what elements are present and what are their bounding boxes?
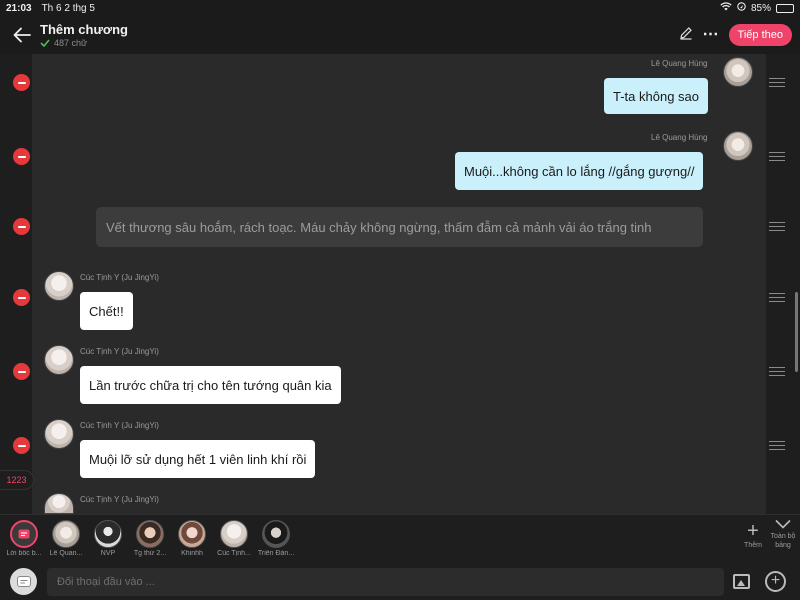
message-bubble[interactable]: Lần trước chữa trị cho tên tướng quân ki… xyxy=(80,366,341,404)
narration-toggle-button[interactable] xyxy=(10,568,37,595)
drag-handle[interactable] xyxy=(769,222,785,231)
character-label: Cúc Tịnh... xyxy=(217,550,251,557)
avatar xyxy=(52,520,80,548)
character-item[interactable]: Khinhh xyxy=(174,520,210,557)
avatar xyxy=(94,520,122,548)
character-label: Lời bốc b... xyxy=(6,550,42,557)
arrow-left-icon xyxy=(13,27,31,43)
drag-handle[interactable] xyxy=(769,152,785,161)
word-count-row: 487 chữ xyxy=(40,38,128,48)
drag-handle[interactable] xyxy=(769,78,785,87)
character-narrator[interactable]: Lời bốc b... xyxy=(6,520,42,557)
more-options-button[interactable]: ⋯ xyxy=(703,27,719,43)
location-icon xyxy=(737,2,746,14)
status-bar: 21:03 Th 6 2 thg 5 85% xyxy=(0,0,800,16)
drag-handle[interactable] xyxy=(769,293,785,302)
status-right: 85% xyxy=(720,2,794,14)
show-all-button[interactable]: Toàn bộ bảng xyxy=(768,519,798,550)
message-bubble[interactable]: Muội...không cần lo lắng //gắng gượng// xyxy=(455,152,704,190)
avatar xyxy=(178,520,206,548)
add-label: Thêm xyxy=(744,542,762,549)
message-icon xyxy=(16,575,31,587)
avatar xyxy=(262,520,290,548)
narration-icon xyxy=(10,520,38,548)
delete-message-button[interactable] xyxy=(13,74,30,91)
header-actions: ⋯ Tiếp theo xyxy=(679,24,792,46)
page-title: Thêm chương xyxy=(40,22,128,37)
message-bubble[interactable]: T-ta không sao xyxy=(604,78,708,114)
dialogue-input[interactable] xyxy=(47,568,724,596)
back-button[interactable] xyxy=(10,23,34,47)
avatar xyxy=(136,520,164,548)
delete-message-button[interactable] xyxy=(13,218,30,235)
message-bubble[interactable]: Muội lỡ sử dụng hết 1 viên linh khí rồi xyxy=(80,440,316,478)
chevron-down-icon xyxy=(775,519,791,529)
status-date: Th 6 2 thg 5 xyxy=(41,2,95,14)
battery-percent: 85% xyxy=(750,2,771,14)
character-label: Khinhh xyxy=(181,550,203,557)
edit-button[interactable] xyxy=(679,26,693,45)
character-label: Tg thứ 2... xyxy=(133,550,167,557)
scrollbar[interactable] xyxy=(795,292,798,372)
character-item[interactable]: NVP xyxy=(90,520,126,557)
avatar xyxy=(723,57,753,87)
check-icon xyxy=(40,39,50,47)
input-bar: + xyxy=(0,562,800,600)
character-item[interactable]: Tg thứ 2... xyxy=(132,520,168,557)
pencil-icon xyxy=(679,26,692,40)
character-item[interactable]: Triển Đán... xyxy=(258,520,294,557)
sender-name: Cúc Tịnh Y (Ju JingYi) xyxy=(80,273,159,282)
show-all-label: Toàn bộ bảng xyxy=(770,533,796,549)
character-bar: Lời bốc b... Lê Quan... NVP Tg thứ 2... … xyxy=(0,514,800,562)
avatar xyxy=(44,419,74,449)
plus-icon: + xyxy=(747,520,759,542)
battery-icon xyxy=(776,3,794,13)
delete-message-button[interactable] xyxy=(13,289,30,306)
character-item[interactable]: Lê Quan... xyxy=(48,520,84,557)
title-group: Thêm chương 487 chữ xyxy=(40,22,128,48)
delete-message-button[interactable] xyxy=(13,148,30,165)
add-attachment-button[interactable]: + xyxy=(765,571,786,592)
character-label: Lê Quan... xyxy=(49,550,83,557)
avatar xyxy=(44,345,74,375)
sender-name: Lê Quang Hùng xyxy=(651,133,708,142)
sender-name: Cúc Tịnh Y (Ju JingYi) xyxy=(80,347,159,356)
avatar xyxy=(220,520,248,548)
add-character-button[interactable]: + Thêm xyxy=(740,521,766,550)
status-time: 21:03 xyxy=(6,2,32,14)
sender-name: Lê Quang Hùng xyxy=(651,59,708,68)
wifi-icon xyxy=(720,2,732,14)
avatar xyxy=(723,131,753,161)
word-counter-badge: 1223 xyxy=(0,470,34,490)
word-count: 487 chữ xyxy=(54,38,88,48)
delete-message-button[interactable] xyxy=(13,363,30,380)
sender-name: Cúc Tịnh Y (Ju JingYi) xyxy=(80,495,159,504)
image-icon[interactable] xyxy=(733,574,750,589)
next-button[interactable]: Tiếp theo xyxy=(728,24,792,46)
header: Thêm chương 487 chữ ⋯ Tiếp theo xyxy=(0,16,800,54)
drag-handle[interactable] xyxy=(769,367,785,376)
drag-handle[interactable] xyxy=(769,441,785,450)
character-label: NVP xyxy=(100,550,116,557)
delete-message-button[interactable] xyxy=(13,437,30,454)
character-item[interactable]: Cúc Tịnh... xyxy=(216,520,252,557)
message-bubble[interactable]: Chết!! xyxy=(80,292,133,330)
narration-block[interactable]: Vết thương sâu hoắm, rách toạc. Máu chảy… xyxy=(96,207,703,247)
sender-name: Cúc Tịnh Y (Ju JingYi) xyxy=(80,421,159,430)
character-label: Triển Đán... xyxy=(257,550,295,557)
avatar xyxy=(44,271,74,301)
